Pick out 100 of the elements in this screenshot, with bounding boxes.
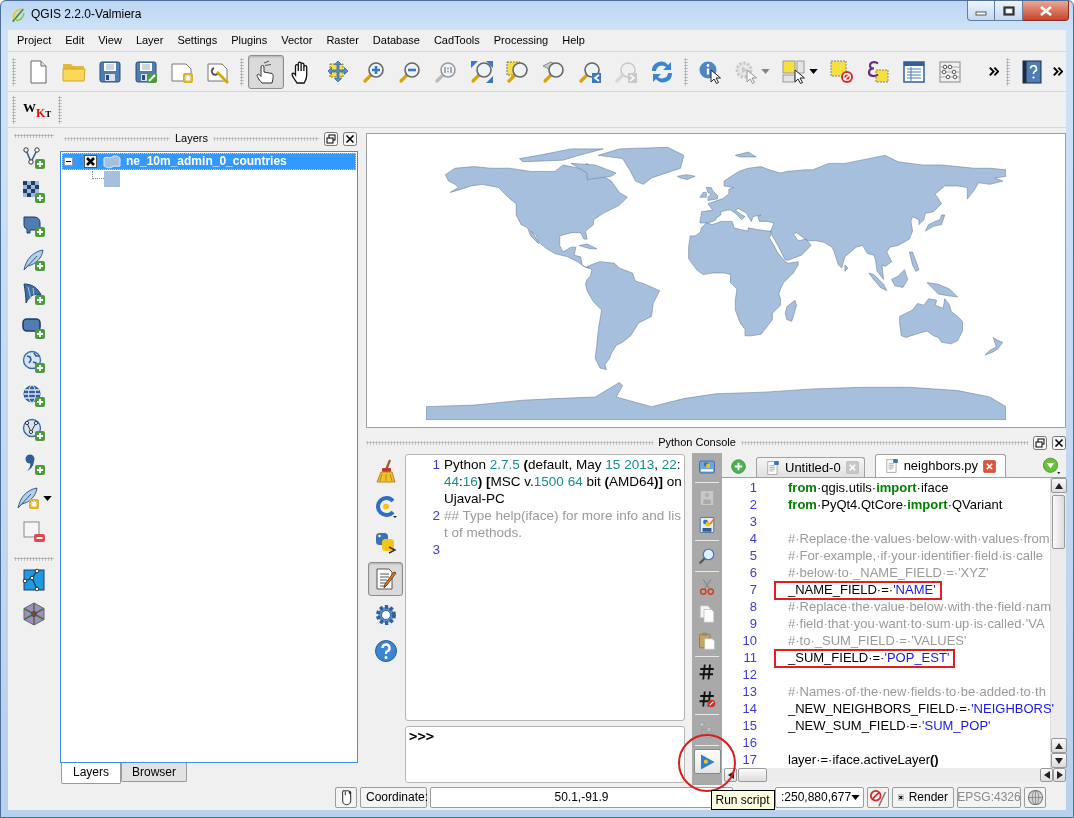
menu-item[interactable]: Processing	[486, 31, 556, 50]
close-icon[interactable]	[343, 132, 357, 146]
menu-item[interactable]: Layer	[128, 31, 171, 50]
menu-item[interactable]: Edit	[58, 31, 92, 50]
checker-plus-icon	[22, 180, 46, 204]
stop-render-button[interactable]	[867, 787, 889, 808]
scrollbar-thumb[interactable]	[738, 768, 767, 782]
scroll-up-button[interactable]	[1051, 478, 1067, 493]
floppy-disk-pencil-icon	[698, 515, 716, 534]
maximize-button[interactable]	[995, 1, 1023, 21]
hash-no-entry-icon	[698, 689, 716, 708]
show-editor-button[interactable]	[368, 562, 403, 596]
layer-name: ne_10m_admin_0_countries	[126, 154, 287, 169]
menu-item[interactable]: Project	[10, 31, 59, 50]
magnifier-icon	[434, 59, 458, 84]
hash-icon	[698, 662, 716, 681]
select-cursor-icon	[782, 59, 806, 84]
title-grip[interactable]	[64, 137, 170, 141]
visibility-checkbox[interactable]	[84, 155, 97, 168]
feather-star-icon	[16, 486, 40, 510]
wkt-button[interactable]: WKT	[20, 94, 55, 125]
line-number: 16	[741, 734, 757, 751]
menu-item[interactable]: Settings	[170, 31, 225, 50]
coordinate-toggle-button[interactable]	[335, 787, 357, 808]
code-editor[interactable]	[722, 478, 1066, 768]
float-icon[interactable]	[324, 132, 338, 146]
line-number: 11	[742, 649, 757, 666]
globe-icon	[1026, 789, 1044, 806]
feather-plus-icon	[22, 248, 46, 272]
magnifier-layer-icon	[542, 59, 566, 84]
sail-plus-icon	[22, 282, 46, 306]
map-canvas[interactable]	[366, 133, 1066, 428]
scroll-right-button[interactable]	[1053, 768, 1066, 782]
projection-button[interactable]	[1024, 787, 1046, 808]
close-icon	[1039, 5, 1052, 16]
panel-tab[interactable]: Browser	[121, 763, 188, 783]
title-grip[interactable]	[740, 441, 1028, 445]
panel-tab[interactable]: Layers	[61, 763, 122, 785]
toolbar-handle[interactable]	[12, 95, 16, 124]
app-logo-icon	[10, 7, 26, 23]
line-number: 3	[748, 513, 757, 530]
tooltip: Run script	[710, 790, 775, 811]
close-button[interactable]	[1023, 1, 1069, 21]
editor-tab[interactable]: neighbors.py	[874, 454, 1007, 477]
no-entry-brush-icon	[869, 788, 887, 807]
float-icon[interactable]	[1033, 436, 1047, 450]
scroll-down-button[interactable]	[1051, 753, 1067, 768]
right-arrow-icon	[1056, 771, 1063, 779]
scrollbar-thumb[interactable]	[1052, 495, 1065, 549]
caret-icon	[851, 795, 860, 800]
scroll-up-button[interactable]	[1051, 738, 1067, 753]
scroll-left-button[interactable]	[1040, 768, 1053, 782]
line-number: 2	[431, 507, 441, 525]
console-input-field[interactable]: >>>	[405, 726, 685, 783]
add-tab-icon[interactable]	[731, 458, 746, 474]
file-icon	[884, 458, 899, 474]
menu-item[interactable]: CadTools	[426, 31, 487, 50]
run-script-button[interactable]	[693, 749, 721, 774]
menu-item[interactable]: View	[91, 31, 129, 50]
menu-item[interactable]: Database	[365, 31, 427, 50]
code-line: #·For·example,·if·your·identifier·field·is·calle	[788, 548, 1043, 563]
caret-icon	[761, 69, 770, 74]
toolbar-handle[interactable]	[12, 57, 16, 86]
toolbar-handle[interactable]	[14, 557, 54, 561]
console-output-line: Python 2.7.5 (default, May 15 2013, 22: 44:16) [MSC v.1500 64 bit (AMD64)] on Ujaval-PC	[444, 456, 683, 507]
collapse-icon[interactable]	[64, 157, 73, 166]
menu-item[interactable]: Plugins	[224, 31, 275, 50]
toolbar-handle[interactable]	[684, 57, 688, 86]
up-arrow-icon	[1055, 482, 1063, 489]
render-checkbox[interactable]: Render	[892, 787, 954, 808]
minimize-button[interactable]	[967, 1, 995, 21]
close-tab-icon[interactable]	[983, 459, 997, 473]
title-grip[interactable]	[213, 137, 319, 141]
menu-item[interactable]: Help	[555, 31, 592, 50]
code-line: #·Names·of·the·new·fields·to·be·added·to·th	[788, 684, 1046, 699]
line-number: 6	[748, 564, 757, 581]
copy-icon	[698, 604, 716, 623]
menu-item[interactable]: Vector	[274, 31, 320, 50]
close-icon[interactable]	[1052, 436, 1066, 450]
menu-item[interactable]: Raster	[319, 31, 366, 50]
code-line: #·Replace·the·value·below·with·the·field·nam	[788, 599, 1051, 614]
toolbar-handle[interactable]	[58, 95, 63, 124]
abacus-icon	[938, 59, 962, 84]
scale-combo[interactable]: :250,880,677	[775, 787, 864, 808]
left-arrow-icon	[1043, 771, 1050, 779]
double-chevron-icon	[1053, 66, 1063, 77]
editor-tab[interactable]: Untitled-0	[756, 457, 865, 477]
caret-icon	[43, 495, 52, 501]
double-chevron-icon	[989, 66, 999, 77]
scroll-left-button[interactable]	[724, 768, 737, 782]
help-icon	[373, 639, 398, 663]
toolbar-handle[interactable]	[240, 57, 244, 86]
toolbar-handle[interactable]	[1006, 57, 1010, 86]
touch-tool-button[interactable]	[248, 54, 284, 89]
panel-title: Python Console	[658, 436, 736, 450]
line-number: 8	[748, 598, 757, 615]
horizontal-scrollbar[interactable]	[722, 768, 1066, 782]
title-grip[interactable]	[366, 441, 654, 445]
play-icon	[698, 752, 716, 771]
toolbar-handle[interactable]	[14, 134, 54, 138]
